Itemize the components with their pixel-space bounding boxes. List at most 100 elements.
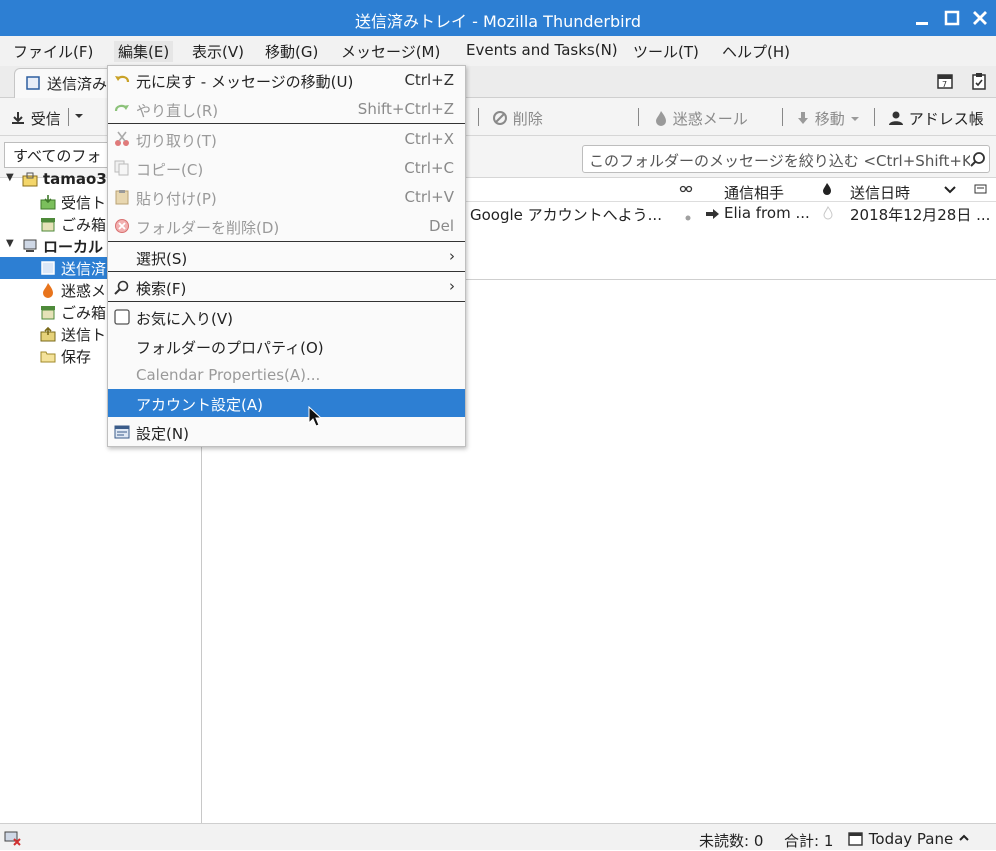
undo-icon bbox=[114, 72, 130, 88]
menu-events-tasks[interactable]: Events and Tasks(N) bbox=[466, 41, 618, 59]
tab-label: 送信済み bbox=[47, 75, 108, 93]
preferences-icon bbox=[114, 424, 130, 440]
menu-item-undo[interactable]: 元に戻す - メッセージの移動(U) Ctrl+Z bbox=[108, 66, 465, 94]
search-icon bbox=[114, 279, 130, 295]
address-book-button[interactable]: アドレス帳 bbox=[888, 108, 984, 129]
tasks-icon[interactable] bbox=[970, 72, 988, 94]
folder-label: 送信済 bbox=[61, 260, 107, 278]
calendar-icon[interactable]: 7 bbox=[936, 72, 954, 94]
menu-message[interactable]: メッセージ(M) bbox=[341, 41, 440, 62]
menu-item-delete-folder[interactable]: フォルダーを削除(D) Del bbox=[108, 212, 465, 240]
menu-item-shortcut: Ctrl+C bbox=[404, 159, 454, 177]
sent-folder-icon bbox=[40, 260, 56, 276]
maximize-icon[interactable] bbox=[940, 6, 964, 30]
person-icon bbox=[889, 111, 903, 125]
message-correspondent: Elia from ... bbox=[724, 204, 810, 222]
menu-item-redo[interactable]: やり直し(R) Shift+Ctrl+Z bbox=[108, 95, 465, 123]
close-icon[interactable] bbox=[968, 6, 992, 30]
menu-item-shortcut: Shift+Ctrl+Z bbox=[357, 100, 454, 118]
checkbox-icon[interactable] bbox=[114, 309, 130, 325]
junk-column-icon[interactable] bbox=[821, 182, 833, 200]
menu-item-shortcut: Ctrl+Z bbox=[404, 71, 454, 89]
get-messages-label: 受信 bbox=[30, 110, 61, 128]
menu-item-label: フォルダーを削除(D) bbox=[136, 219, 280, 237]
menu-item-select[interactable]: 選択(S) › bbox=[108, 243, 465, 271]
delete-circle-icon bbox=[114, 218, 130, 234]
unread-count: 未読数: 0 bbox=[699, 832, 764, 850]
collapse-triangle-icon[interactable]: ▼ bbox=[6, 238, 14, 249]
offline-status-icon[interactable] bbox=[4, 830, 22, 850]
menu-item-cut[interactable]: 切り取り(T) Ctrl+X bbox=[108, 125, 465, 153]
folder-label: ごみ箱 bbox=[61, 216, 107, 234]
menu-item-label: 元に戻す - メッセージの移動(U) bbox=[136, 73, 354, 91]
submenu-arrow-icon: › bbox=[449, 247, 455, 265]
junk-button[interactable]: 迷惑メール bbox=[654, 108, 748, 129]
calendar-icon bbox=[848, 832, 863, 846]
menu-item-folder-properties[interactable]: フォルダーのプロパティ(O) bbox=[108, 332, 465, 360]
menu-item-label: フォルダーのプロパティ(O) bbox=[136, 339, 324, 357]
thread-column-icon[interactable] bbox=[679, 182, 693, 200]
submenu-arrow-icon: › bbox=[449, 277, 455, 295]
get-messages-button[interactable]: 受信 bbox=[10, 108, 61, 129]
mouse-cursor-icon bbox=[308, 405, 323, 432]
menu-view[interactable]: 表示(V) bbox=[192, 41, 244, 62]
menu-go[interactable]: 移動(G) bbox=[265, 41, 318, 62]
get-messages-dropdown[interactable] bbox=[74, 106, 84, 126]
menu-help[interactable]: ヘルプ(H) bbox=[722, 41, 790, 62]
delete-button[interactable]: 削除 bbox=[492, 108, 543, 129]
menu-item-find[interactable]: 検索(F) › bbox=[108, 273, 465, 301]
menu-file[interactable]: ファイル(F) bbox=[13, 41, 93, 62]
toolbar-separator bbox=[874, 108, 875, 126]
folder-label: ローカル bbox=[43, 238, 104, 256]
window-titlebar: 送信済みトレイ - Mozilla Thunderbird bbox=[0, 0, 996, 36]
move-button[interactable]: 移動 bbox=[796, 108, 860, 129]
message-date: 2018年12月28日 ... bbox=[850, 206, 991, 224]
folder-label: tamao3s bbox=[43, 170, 116, 188]
quick-filter-input[interactable]: このフォルダーのメッセージを絞り込む <Ctrl+Shift+K bbox=[582, 145, 990, 173]
sent-folder-icon bbox=[25, 75, 41, 95]
window-title: 送信済みトレイ - Mozilla Thunderbird bbox=[355, 12, 641, 31]
toolbar-separator bbox=[782, 108, 783, 126]
quick-filter-placeholder: このフォルダーのメッセージを絞り込む <Ctrl+Shift+K bbox=[589, 152, 972, 170]
flame-icon bbox=[40, 282, 56, 298]
junk-label: 迷惑メール bbox=[672, 110, 748, 128]
menu-item-shortcut: Del bbox=[429, 217, 454, 235]
folder-label: 保存 bbox=[61, 348, 92, 366]
menu-item-label: お気に入り(V) bbox=[136, 310, 233, 328]
folder-label: 迷惑メ bbox=[61, 282, 107, 300]
sort-chevron-icon[interactable] bbox=[943, 182, 957, 200]
menu-tools[interactable]: ツール(T) bbox=[633, 41, 699, 62]
menu-separator bbox=[108, 123, 465, 124]
minimize-icon[interactable] bbox=[910, 6, 934, 30]
message-subject: Google アカウントへよう... bbox=[470, 206, 662, 224]
paste-icon bbox=[114, 189, 130, 205]
account-icon bbox=[22, 172, 38, 188]
menu-separator bbox=[108, 271, 465, 272]
menu-item-paste[interactable]: 貼り付け(P) Ctrl+V bbox=[108, 183, 465, 211]
folder-icon bbox=[40, 348, 56, 364]
today-pane-toggle[interactable]: Today Pane bbox=[848, 830, 970, 848]
menu-item-copy[interactable]: コピー(C) Ctrl+C bbox=[108, 154, 465, 182]
menubar: ファイル(F) 編集(E) 表示(V) 移動(G) メッセージ(M) Event… bbox=[0, 36, 996, 66]
menu-item-account-settings[interactable]: アカウント設定(A) bbox=[108, 389, 465, 417]
today-pane-label: Today Pane bbox=[868, 830, 954, 848]
menu-edit[interactable]: 編集(E) bbox=[114, 41, 174, 62]
flame-icon bbox=[656, 111, 666, 126]
menu-item-favorite[interactable]: お気に入り(V) bbox=[108, 303, 465, 331]
menu-item-label: コピー(C) bbox=[136, 161, 204, 179]
menu-item-label: やり直し(R) bbox=[136, 102, 219, 120]
junk-status-icon[interactable] bbox=[822, 206, 834, 224]
menu-item-calendar-properties[interactable]: Calendar Properties(A)... bbox=[108, 361, 465, 389]
chevron-up-icon bbox=[959, 834, 969, 841]
menu-item-shortcut: Ctrl+V bbox=[404, 188, 454, 206]
menu-item-preferences[interactable]: 設定(N) bbox=[108, 418, 465, 446]
column-correspondent[interactable]: 通信相手 bbox=[724, 182, 784, 203]
folder-mode-select[interactable]: すべてのフォ bbox=[4, 142, 108, 168]
column-picker-icon[interactable] bbox=[974, 182, 988, 200]
collapse-triangle-icon[interactable]: ▼ bbox=[6, 172, 14, 183]
chevron-down-icon bbox=[75, 114, 83, 118]
menu-separator bbox=[108, 241, 465, 242]
read-status-icon[interactable] bbox=[684, 208, 692, 226]
copy-icon bbox=[114, 160, 130, 176]
column-date[interactable]: 送信日時 bbox=[850, 182, 910, 203]
